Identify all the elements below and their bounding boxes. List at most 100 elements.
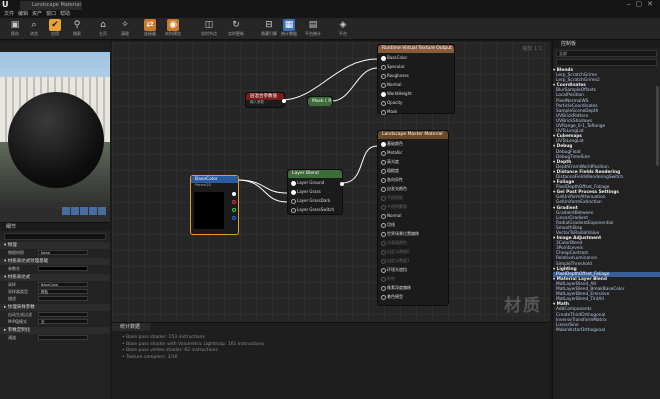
- stats-tab[interactable]: 统计数据: [112, 323, 150, 331]
- teapot-icon[interactable]: [98, 207, 106, 215]
- window-controls[interactable]: –▢✕: [627, 0, 658, 8]
- menu-item[interactable]: 编辑: [18, 10, 28, 18]
- input-pin[interactable]: 不透明蒙版: [378, 202, 448, 211]
- palette-category-select[interactable]: 全部: [556, 50, 657, 57]
- plane-icon[interactable]: [80, 207, 88, 215]
- details-section-header[interactable]: ▸ 纹理采样参数: [0, 304, 110, 311]
- input-pin[interactable]: BaseColor: [378, 53, 454, 62]
- runtime-virtual-texture-output-node[interactable]: Runtime Virtual Texture Output BaseColor…: [377, 44, 455, 116]
- clean-icon: ✧: [121, 20, 129, 30]
- main-material-node[interactable]: Landscape Master Material 基础颜色 Metallic 高光…: [377, 130, 449, 306]
- texture-preview-thumbnail: [194, 192, 224, 229]
- toolbar-button-11[interactable]: ▦ 统计数据: [276, 19, 302, 39]
- toolbar-button-9[interactable]: ↻ 实时更新: [223, 19, 249, 39]
- palette-search-input[interactable]: [556, 59, 657, 66]
- home-icon: ⌂: [100, 20, 106, 30]
- cylinder-icon[interactable]: [62, 207, 70, 215]
- node-title: BaseColor: [191, 176, 238, 183]
- b-output-pin[interactable]: [232, 216, 236, 220]
- input-pin[interactable]: 世界场景位置偏移: [378, 229, 448, 238]
- r-output-pin[interactable]: [232, 200, 236, 204]
- toolbar-button-7[interactable]: ◉ 实时预览: [160, 19, 186, 39]
- sphere-icon[interactable]: [71, 207, 79, 215]
- preview-viewport[interactable]: [0, 42, 110, 222]
- input-pin[interactable]: 像素深度偏移: [378, 283, 448, 292]
- input-pin[interactable]: Opacity: [378, 98, 454, 107]
- toolbar-button-3[interactable]: ⚲ 搜索: [64, 19, 90, 39]
- input-pin[interactable]: WorldHeight: [378, 89, 454, 98]
- input-pin[interactable]: Roughness: [378, 71, 454, 80]
- toolbar-button-5[interactable]: ✧ 清理: [112, 19, 138, 39]
- palette-tab[interactable]: 控制板: [553, 40, 660, 48]
- property-label: 参数名: [8, 266, 20, 271]
- property-label: 描述: [8, 296, 16, 301]
- input-pin[interactable]: 各向异性: [378, 175, 448, 184]
- input-pin[interactable]: Layer GrassDark: [288, 196, 342, 205]
- property-value[interactable]: 无: [38, 319, 88, 324]
- material-graph[interactable]: Runtime Virtual Texture Output BaseColor…: [112, 42, 550, 322]
- toolbar-button-13[interactable]: ◈ 平台: [330, 19, 356, 39]
- menu-item[interactable]: 帮助: [60, 10, 70, 18]
- details-section-header[interactable]: ▾ 材质表达式纹理基础: [0, 258, 110, 265]
- details-row: 采样 BaseColor: [0, 281, 110, 288]
- input-pin[interactable]: 粗糙度: [378, 166, 448, 175]
- menu-item[interactable]: 窗口: [46, 10, 56, 18]
- input-pin[interactable]: 基础颜色: [378, 139, 448, 148]
- property-value[interactable]: [38, 312, 88, 317]
- input-pin[interactable]: Layer Ground: [288, 178, 342, 187]
- property-value[interactable]: None: [38, 250, 88, 255]
- palette-scrollbar[interactable]: [656, 86, 659, 166]
- document-tab[interactable]: Landscape Material: [20, 1, 82, 10]
- input-pin[interactable]: Layer GrassSwitch: [288, 205, 342, 214]
- viewport-shape-buttons[interactable]: [62, 207, 107, 217]
- input-pin[interactable]: Mask: [378, 107, 454, 116]
- input-pin[interactable]: 环境光遮挡: [378, 265, 448, 274]
- g-output-pin[interactable]: [232, 208, 236, 212]
- input-pin[interactable]: 自定义数据0: [378, 247, 448, 256]
- palette-item[interactable]: MakeVectorOrthogonal: [553, 328, 660, 333]
- property-label: MIP值模式: [8, 319, 28, 324]
- toolbar-button-8[interactable]: ◫ 实时节点: [196, 19, 222, 39]
- toolbar-label: 实时预览: [165, 31, 181, 36]
- preview-sphere[interactable]: [8, 92, 104, 188]
- property-value[interactable]: 颜色: [38, 289, 88, 294]
- input-pin[interactable]: 次表面颜色: [378, 238, 448, 247]
- input-pin[interactable]: Metallic: [378, 148, 448, 157]
- property-label: 自动生成过滤: [8, 312, 32, 317]
- input-pin[interactable]: 折射: [378, 274, 448, 283]
- texture-sample-node[interactable]: BaseColor Param2D: [190, 175, 239, 235]
- input-pin[interactable]: Layer Grass: [288, 187, 342, 196]
- menu-item[interactable]: 文件: [4, 10, 14, 18]
- property-value[interactable]: [38, 266, 88, 271]
- details-section-header[interactable]: ▸ 参数定制化: [0, 327, 110, 334]
- toolbar-label: 实时节点: [201, 31, 217, 36]
- details-section-header[interactable]: ▾ 物理: [0, 242, 110, 249]
- output-pin[interactable]: [340, 182, 344, 186]
- output-pin[interactable]: [282, 99, 286, 103]
- property-value[interactable]: [38, 296, 88, 301]
- input-pin[interactable]: 不透明度: [378, 193, 448, 202]
- cube-icon[interactable]: [89, 207, 97, 215]
- toolbar-button-12[interactable]: ▤ 平台统计: [300, 19, 326, 39]
- mask-node[interactable]: Mask ( R ): [307, 96, 333, 106]
- layer-blend-node[interactable]: Layer Blend Layer Ground Layer Grass Layer…: [287, 169, 344, 215]
- rgb-output-pin[interactable]: [232, 192, 236, 196]
- stats-icon: ▦: [283, 19, 295, 31]
- input-pin[interactable]: Specular: [378, 62, 454, 71]
- input-pin[interactable]: 着色模型: [378, 292, 448, 301]
- property-value[interactable]: BaseColor: [38, 282, 88, 287]
- details-row: 自动生成过滤: [0, 311, 110, 318]
- details-section-header[interactable]: ▾ 材质表达式: [0, 274, 110, 281]
- input-pin[interactable]: Normal: [378, 211, 448, 220]
- input-pin[interactable]: 自发光颜色: [378, 184, 448, 193]
- menu-item[interactable]: 资产: [32, 10, 42, 18]
- input-pin[interactable]: 切线: [378, 220, 448, 229]
- input-pin[interactable]: Normal: [378, 80, 454, 89]
- details-row: MIP值模式 无: [0, 318, 110, 325]
- details-search-input[interactable]: [4, 233, 106, 240]
- details-tab[interactable]: 细节: [0, 223, 110, 231]
- input-pin[interactable]: 高光度: [378, 157, 448, 166]
- input-pin[interactable]: 自定义数据1: [378, 256, 448, 265]
- property-value[interactable]: [38, 335, 88, 340]
- parameter-node[interactable]: 层混合参数值 输入参数: [245, 92, 286, 108]
